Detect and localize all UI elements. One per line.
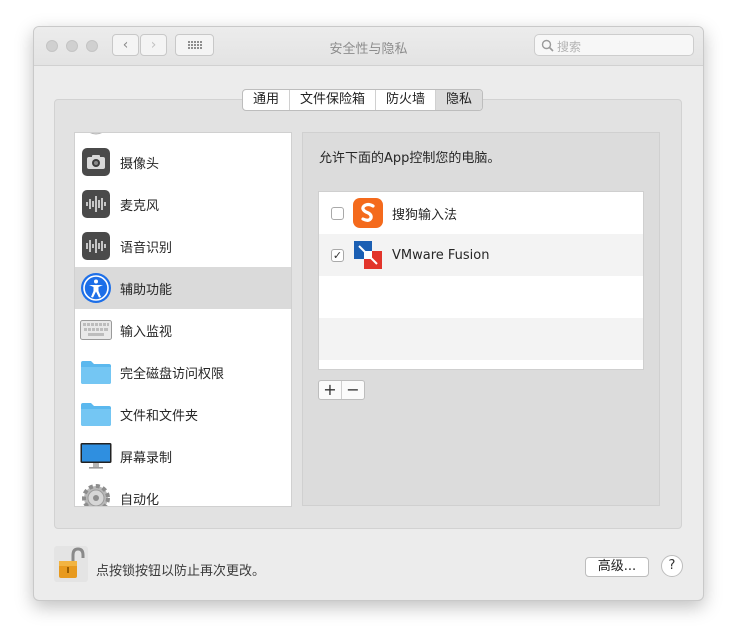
sidebar-item-label: 输入监视 — [120, 324, 173, 340]
app-checkbox[interactable]: ✓ — [331, 248, 344, 262]
speech-recognition-icon — [82, 232, 110, 260]
remove-app-button[interactable]: − — [342, 381, 364, 399]
app-row-sogou[interactable]: 搜狗输入法 — [319, 192, 643, 234]
sidebar-item-label: 屏幕录制 — [120, 450, 173, 466]
accessibility-icon — [81, 273, 111, 303]
display-icon — [80, 443, 112, 469]
tab-firewall[interactable]: 防火墙 — [376, 90, 437, 110]
lock-button[interactable] — [54, 546, 88, 582]
app-row-vmware-fusion[interactable]: ✓ VMware Fusion — [319, 234, 643, 276]
privacy-category-list[interactable]: 摄像头 麦克风 语音识别 辅助功能 输入监视 完全磁盘访问权限 文件和文件夹 屏… — [74, 132, 292, 507]
sidebar-item-label: 文件和文件夹 — [120, 408, 199, 424]
sidebar-item-label: 语音识别 — [120, 240, 173, 256]
gear-icon — [82, 484, 110, 506]
tab-general[interactable]: 通用 — [243, 90, 291, 110]
partial-icon — [90, 133, 102, 135]
keyboard-icon — [80, 320, 112, 340]
empty-row — [319, 318, 643, 360]
lock-hint-text: 点按锁按钮以防止再次更改。 — [96, 564, 266, 579]
unlocked-padlock-icon — [54, 546, 88, 582]
sidebar-item-accessibility[interactable]: 辅助功能 — [75, 267, 291, 309]
tab-privacy[interactable]: 隐私 — [436, 90, 483, 110]
search-field[interactable]: 搜索 — [534, 34, 694, 56]
sidebar-item-full-disk-access[interactable]: 完全磁盘访问权限 — [75, 351, 291, 393]
sidebar-item-speech-recognition[interactable]: 语音识别 — [75, 225, 291, 267]
sidebar-item-label: 麦克风 — [120, 198, 160, 214]
tab-filevault[interactable]: 文件保险箱 — [290, 90, 377, 110]
empty-row — [319, 276, 643, 318]
tab-bar: 通用 文件保险箱 防火墙 隐私 — [242, 89, 484, 111]
sidebar-item-label: 辅助功能 — [120, 282, 173, 298]
camera-icon — [82, 148, 110, 176]
search-placeholder: 搜索 — [557, 40, 582, 54]
accessibility-detail-panel: 允许下面的App控制您的电脑。 搜狗输入法 ✓ VMware Fusion + … — [302, 132, 660, 506]
title-bar: ‹ › 安全性与隐私 搜索 — [34, 27, 703, 66]
folder-icon — [81, 403, 111, 426]
sidebar-item-camera[interactable]: 摄像头 — [75, 141, 291, 183]
sidebar-item-label: 完全磁盘访问权限 — [120, 366, 225, 382]
sogou-icon — [353, 198, 383, 228]
sidebar-item-label: 摄像头 — [120, 156, 160, 172]
preferences-window: ‹ › 安全性与隐私 搜索 通用 文件保险箱 防火墙 隐私 摄像头 麦克风 语音… — [33, 26, 704, 601]
app-name: 搜狗输入法 — [392, 207, 458, 223]
folder-icon — [81, 361, 111, 384]
app-checkbox[interactable] — [331, 206, 344, 220]
sidebar-item-input-monitoring[interactable]: 输入监视 — [75, 309, 291, 351]
search-icon — [541, 39, 554, 52]
vmware-fusion-icon — [354, 241, 382, 269]
advanced-button[interactable]: 高级... — [585, 557, 649, 577]
app-name: VMware Fusion — [392, 247, 490, 263]
add-remove-control: + − — [318, 380, 365, 400]
sidebar-item-automation[interactable]: 自动化 — [75, 477, 291, 507]
sidebar-item-microphone[interactable]: 麦克风 — [75, 183, 291, 225]
add-app-button[interactable]: + — [319, 381, 342, 399]
help-button[interactable]: ? — [661, 555, 683, 577]
panel-heading: 允许下面的App控制您的电脑。 — [319, 151, 501, 166]
sidebar-item-files-and-folders[interactable]: 文件和文件夹 — [75, 393, 291, 435]
microphone-icon — [82, 190, 110, 218]
app-list[interactable]: 搜狗输入法 ✓ VMware Fusion — [318, 191, 644, 370]
sidebar-item-label: 自动化 — [120, 492, 160, 507]
sidebar-item-screen-recording[interactable]: 屏幕录制 — [75, 435, 291, 477]
